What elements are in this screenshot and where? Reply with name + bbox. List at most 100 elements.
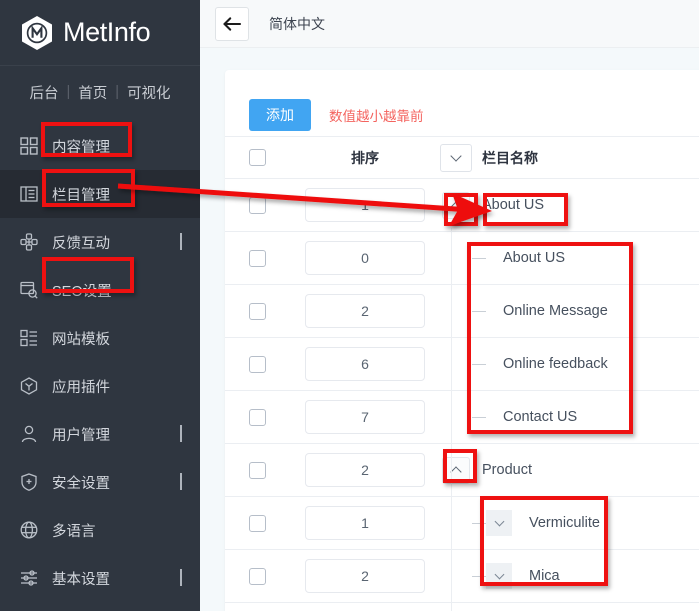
row-checkbox-cell — [225, 231, 290, 285]
row-checkbox[interactable] — [249, 355, 266, 373]
sidebar-item-basic-settings[interactable]: 基本设置 — [0, 554, 200, 602]
row-toggle-cell — [440, 337, 472, 391]
table-row[interactable]: 2 Mica — [225, 549, 699, 603]
table-header-row: 排序 栏目名称 — [225, 136, 699, 179]
app-root: MetInfo 后台 | 首页 | 可视化 内容管理 栏目管理 反馈互动 SEO… — [0, 0, 699, 611]
table-row[interactable]: 7 Contact US — [225, 390, 699, 444]
expand-toggle-button[interactable] — [442, 456, 470, 484]
row-checkbox[interactable] — [249, 302, 266, 320]
sort-input[interactable]: 0 — [305, 241, 425, 275]
arrow-left-icon — [222, 16, 242, 32]
row-checkbox[interactable] — [249, 249, 266, 267]
chevron-right-icon — [180, 232, 182, 250]
row-name-label: Mica — [529, 568, 560, 584]
sort-input[interactable]: 1 — [305, 188, 425, 222]
chevron-up-icon — [450, 465, 462, 478]
row-checkbox[interactable] — [249, 567, 266, 585]
brand-logo[interactable]: MetInfo — [0, 0, 200, 66]
chevron-right-icon — [180, 472, 182, 490]
row-name-cell — [472, 602, 699, 611]
expand-toggle-button[interactable] — [442, 191, 470, 219]
sidebar-item-website-template[interactable]: 网站模板 — [0, 314, 200, 362]
hexagon-m-logo-icon — [20, 15, 54, 51]
quick-link-homepage[interactable]: 首页 — [70, 82, 115, 103]
tree-indent-line — [472, 416, 486, 418]
table-row[interactable] — [225, 602, 699, 611]
row-sort-cell: 2 — [290, 284, 440, 338]
row-checkbox[interactable] — [249, 408, 266, 426]
row-name-label: Product — [482, 462, 532, 478]
expand-all-dropdown[interactable] — [440, 143, 472, 172]
column-table: 排序 栏目名称 1 About US 0 About US 2 Online M… — [225, 136, 699, 611]
table-body: 1 About US 0 About US 2 Online Message 6… — [225, 178, 699, 611]
puzzle-icon — [18, 231, 40, 253]
sidebar-item-feedback-interaction[interactable]: 反馈互动 — [0, 218, 200, 266]
chevron-right-icon — [180, 424, 182, 442]
sidebar-item-label: 反馈互动 — [52, 235, 110, 252]
header-expand-cell — [440, 136, 472, 179]
row-checkbox-cell — [225, 284, 290, 338]
row-sort-cell: 6 — [290, 337, 440, 391]
row-name-label: Contact US — [503, 409, 578, 425]
back-button[interactable] — [215, 6, 249, 41]
sort-input[interactable]: 2 — [305, 559, 425, 593]
sidebar-item-label: 安全设置 — [52, 475, 110, 492]
sidebar-item-user-management[interactable]: 用户管理 — [0, 410, 200, 458]
sort-input[interactable]: 6 — [305, 347, 425, 381]
row-name-cell: Contact US — [472, 390, 699, 444]
sidebar-item-label: 网站模板 — [52, 331, 110, 348]
row-checkbox[interactable] — [249, 514, 266, 532]
row-sort-cell: 2 — [290, 549, 440, 603]
row-sort-cell: 0 — [290, 231, 440, 285]
user-icon — [18, 423, 40, 445]
header-name-cell: 栏目名称 — [472, 136, 699, 179]
table-row[interactable]: 1 Vermiculite — [225, 496, 699, 550]
globe-icon — [18, 519, 40, 541]
row-checkbox[interactable] — [249, 196, 266, 214]
header-select-all-cell — [225, 136, 290, 179]
collapse-toggle-button[interactable] — [486, 510, 512, 536]
quick-link-visual[interactable]: 可视化 — [119, 82, 179, 103]
row-name-cell: About US — [472, 231, 699, 285]
sidebar: MetInfo 后台 | 首页 | 可视化 内容管理 栏目管理 反馈互动 SEO… — [0, 0, 200, 611]
row-checkbox-cell — [225, 549, 290, 603]
table-row[interactable]: 0 About US — [225, 231, 699, 285]
sidebar-item-column-management[interactable]: 栏目管理 — [0, 170, 200, 218]
chevron-down-small-icon — [494, 516, 504, 527]
table-row[interactable]: 1 About US — [225, 178, 699, 232]
sidebar-item-multilanguage[interactable]: 多语言 — [0, 506, 200, 554]
row-checkbox-cell — [225, 390, 290, 444]
sidebar-item-label: 内容管理 — [52, 139, 110, 156]
table-row[interactable]: 6 Online feedback — [225, 337, 699, 391]
sidebar-item-seo-settings[interactable]: SEO设置 — [0, 266, 200, 314]
column-list-card: 添加 数值越小越靠前 排序 栏目名称 1 About US 0 About US… — [225, 70, 699, 611]
row-toggle-cell — [440, 496, 472, 550]
sort-input[interactable]: 2 — [305, 453, 425, 487]
sidebar-item-security-settings[interactable]: 安全设置 — [0, 458, 200, 506]
quick-link-backend[interactable]: 后台 — [21, 82, 66, 103]
row-name-cell: Mica — [472, 549, 699, 603]
list-columns-icon — [18, 183, 40, 205]
table-row[interactable]: 2 Product — [225, 443, 699, 497]
sort-input[interactable]: 2 — [305, 294, 425, 328]
sidebar-item-app-plugins[interactable]: 应用插件 — [0, 362, 200, 410]
sidebar-item-content-management[interactable]: 内容管理 — [0, 122, 200, 170]
sort-input[interactable]: 1 — [305, 506, 425, 540]
table-head: 排序 栏目名称 — [225, 136, 699, 179]
table-row[interactable]: 2 Online Message — [225, 284, 699, 338]
main-content: 添加 数值越小越靠前 排序 栏目名称 1 About US 0 About US… — [200, 48, 699, 611]
row-sort-cell: 2 — [290, 443, 440, 497]
tree-indent-line — [472, 310, 486, 312]
select-all-checkbox[interactable] — [249, 149, 266, 166]
sidebar-item-enterprise-market[interactable]: 企业超市 — [0, 602, 200, 611]
sort-input[interactable]: 7 — [305, 400, 425, 434]
tree-indent-line — [472, 363, 486, 365]
add-button[interactable]: 添加 — [249, 99, 311, 131]
row-checkbox-cell — [225, 337, 290, 391]
row-sort-cell — [290, 602, 440, 611]
collapse-toggle-button[interactable] — [486, 563, 512, 589]
sidebar-item-label: 基本设置 — [52, 571, 110, 588]
chevron-down-icon — [450, 150, 462, 162]
chevron-up-icon — [450, 200, 462, 213]
row-checkbox[interactable] — [249, 461, 266, 479]
